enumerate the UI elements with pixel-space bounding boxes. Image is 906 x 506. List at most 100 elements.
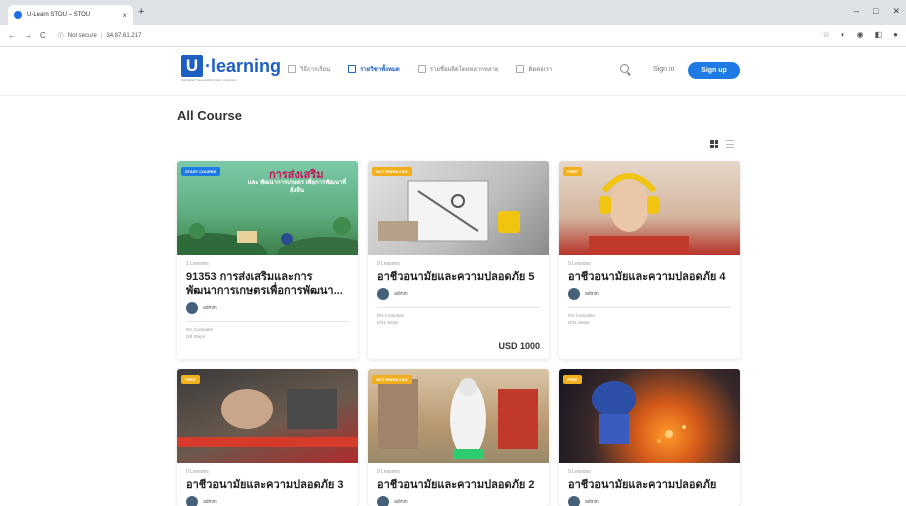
signup-button[interactable]: Sign up	[688, 62, 740, 79]
course-badge: FREE	[563, 375, 582, 384]
forward-icon[interactable]: →	[24, 31, 32, 40]
course-title[interactable]: อาชีวอนามัยและความปลอดภัย 3	[186, 478, 349, 492]
course-author: admin	[568, 496, 731, 506]
bookmark-star-icon[interactable]: ☆	[823, 30, 830, 39]
avatar	[377, 288, 389, 300]
course-badge: FREE	[563, 167, 582, 176]
grid-view-icon[interactable]	[710, 140, 718, 148]
course-card[interactable]: NOT ENROLLED 0 Lessons อาชีวอนามัยและควา…	[368, 161, 549, 359]
course-author: admin	[377, 288, 540, 300]
lessons-count: 0 Lessons	[377, 469, 400, 475]
divider	[377, 307, 540, 308]
thumbnail-subtitle: และ พัฒนาการเกษตร เพื่อการพัฒนาที่ยั่งยื…	[247, 180, 347, 194]
course-thumbnail[interactable]: NOT ENROLLED	[368, 369, 549, 463]
maximize-button[interactable]: □	[873, 6, 878, 17]
avatar	[377, 496, 389, 506]
course-author: admin	[377, 496, 540, 506]
menu-item-label: วิธีการเรียน	[300, 67, 331, 73]
course-title[interactable]: อาชีวอนามัยและความปลอดภัย 4	[568, 270, 731, 284]
progress-steps: 0/31 Steps	[377, 320, 399, 325]
course-card[interactable]: FREE 0 Lessons อาชีวอนามัยและความปลอดภัย…	[559, 161, 740, 359]
card-body: 0 Lessons อาชีวอนามัยและความปลอดภัย 4 ad…	[559, 255, 740, 332]
lessons-count: 0 Lessons	[377, 261, 400, 267]
card-body: 0 Lessons อาชีวอนามัยและความปลอดภัย 3 ad…	[177, 463, 358, 506]
tab-close-icon[interactable]: ×	[122, 11, 127, 20]
menu-item-all-courses[interactable]: รายวิชาทั้งหมด	[348, 64, 400, 74]
avatar	[186, 496, 198, 506]
extension-icon[interactable]: ◧	[875, 30, 883, 39]
course-thumbnail[interactable]: FREE	[177, 369, 358, 463]
new-tab-button[interactable]: +	[138, 6, 144, 18]
menu-item-label: ติดต่อเรา	[528, 67, 553, 73]
progress-text: 0% Complete 0/5 Steps	[186, 326, 349, 340]
course-title[interactable]: อาชีวอนามัยและความปลอดภัย 5	[377, 270, 540, 284]
search-icon[interactable]	[620, 64, 629, 73]
course-thumbnail[interactable]: NOT ENROLLED	[368, 161, 549, 255]
omnibox[interactable]: ⓘ Not secure | 34.87.61.217	[58, 31, 142, 41]
progress-percent: 0% Complete	[186, 327, 214, 332]
reload-icon[interactable]: C	[40, 31, 46, 40]
progress-steps: 0/5 Steps	[186, 334, 206, 339]
profile-icon[interactable]: ●	[893, 30, 898, 39]
card-body: 0 Lessons อาชีวอนามัยและความปลอดภัย 5 ad…	[368, 255, 549, 332]
book-icon	[288, 65, 296, 73]
extension-icon[interactable]: ◐	[841, 30, 846, 39]
menu-item-producers[interactable]: รายชื่อผลิตโดยหลากหลาย	[417, 64, 498, 74]
main-menu: วิธีการเรียน รายวิชาทั้งหมด รายชื่อผลิตโ…	[288, 64, 552, 74]
signin-link[interactable]: Sign in	[653, 66, 674, 73]
course-price: USD 1000	[498, 341, 540, 351]
course-card[interactable]: FREE 0 Lessons อาชีวอนามัยและความปลอดภัย…	[177, 369, 358, 506]
course-author: admin	[186, 496, 349, 506]
thumbnail-illustration	[592, 381, 686, 444]
course-card[interactable]: START COURSE การส่งเสริม และ พัฒนาการเกษ…	[177, 161, 358, 359]
progress-text: 0% Complete 0/31 Steps	[568, 312, 731, 326]
avatar	[568, 288, 580, 300]
course-title[interactable]: อาชีวอนามัยและความปลอดภัย 2	[377, 478, 540, 492]
course-badge: FREE	[181, 375, 200, 384]
browser-tab[interactable]: U-Learn STOU – STOU ×	[8, 5, 133, 25]
lessons-count: 1 Lessons	[186, 261, 209, 267]
progress-steps: 0/31 Steps	[568, 320, 590, 325]
progress-percent: 0% Complete	[568, 313, 596, 318]
extension-icon[interactable]: ◉	[857, 30, 864, 39]
lessons-count: 0 Lessons	[186, 469, 209, 475]
lessons-count: 0 Lessons	[568, 261, 591, 267]
course-author: admin	[186, 302, 349, 314]
author-name: admin	[585, 291, 599, 297]
grid-icon	[348, 65, 357, 73]
menu-item-label: รายวิชาทั้งหมด	[360, 67, 400, 73]
menu-item-how-to-learn[interactable]: วิธีการเรียน	[288, 64, 330, 74]
course-thumbnail[interactable]: START COURSE การส่งเสริม และ พัฒนาการเกษ…	[177, 161, 358, 255]
document-icon	[417, 65, 426, 73]
page-title: All Course	[177, 108, 243, 123]
minimize-button[interactable]: –	[854, 6, 859, 17]
avatar	[568, 496, 580, 506]
author-name: admin	[203, 305, 217, 311]
card-body: 1 Lessons 91353 การส่งเสริมและการพัฒนากา…	[177, 255, 358, 346]
progress-percent: 0% Complete	[377, 313, 405, 318]
site-logo[interactable]: U ·learning	[181, 55, 281, 77]
url-text[interactable]: 34.87.61.217	[106, 33, 141, 39]
menu-item-contact[interactable]: ติดต่อเรา	[516, 64, 552, 74]
back-icon[interactable]: ←	[8, 31, 16, 40]
avatar	[186, 302, 198, 314]
course-thumbnail[interactable]: FREE	[559, 369, 740, 463]
course-thumbnail[interactable]: FREE	[559, 161, 740, 255]
course-title[interactable]: อาชีวอนามัยและความปลอดภัย	[568, 478, 731, 492]
course-card[interactable]: FREE 0 Lessons อาชีวอนามัยและความปลอดภัย…	[559, 369, 740, 506]
list-view-icon[interactable]	[726, 140, 734, 148]
contact-icon	[516, 65, 525, 73]
close-window-button[interactable]: ✕	[892, 6, 900, 17]
thumbnail-illustration	[177, 389, 358, 447]
card-body: 0 Lessons อาชีวอนามัยและความปลอดภัย admi…	[559, 463, 740, 506]
info-icon[interactable]: ⓘ	[58, 31, 64, 40]
window-controls: – □ ✕	[854, 6, 900, 17]
course-title[interactable]: 91353 การส่งเสริมและการพัฒนาการเกษตรเพื่…	[186, 270, 349, 298]
security-label: Not secure	[67, 32, 97, 39]
site-favicon-icon	[14, 11, 22, 19]
progress-text: 0% Complete 0/31 Steps	[377, 312, 540, 326]
course-badge: START COURSE	[181, 167, 221, 176]
tab-title: U-Learn STOU – STOU	[27, 12, 91, 18]
course-card[interactable]: NOT ENROLLED 0 Lessons อาชีวอนามัยและควา…	[368, 369, 549, 506]
view-toggle	[710, 140, 734, 148]
